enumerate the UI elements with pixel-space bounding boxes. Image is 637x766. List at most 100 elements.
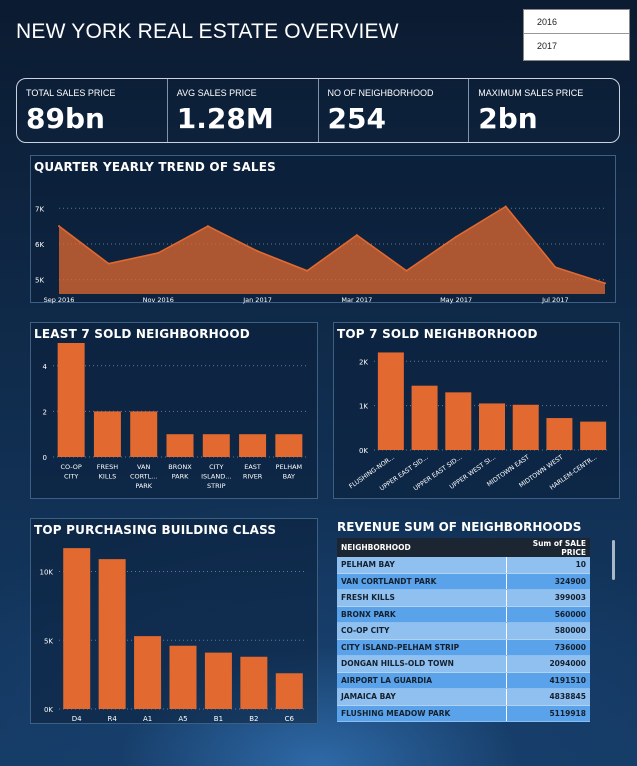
y-tick-label: 4 — [43, 363, 48, 371]
bar — [275, 673, 303, 709]
least-sold-chart[interactable]: 4 2 0 CO-OP CITY FRESH KILLS VAN CORTL... PARK BRO… — [31, 323, 319, 500]
table-body: PELHAM BAY 10 VAN CORTLANDT PARK 324900 FRES… — [337, 557, 590, 722]
bar — [63, 548, 91, 709]
top-sold-chart[interactable]: 2K1K0KFLUSHING-NOR...UPPER EAST SID...UP… — [334, 323, 621, 500]
x-tick-label: C6 — [285, 715, 295, 723]
y-tick-label: 2 — [43, 408, 47, 416]
cell-sale-price: 2094000 — [549, 659, 586, 669]
cell-neighborhood: BRONX PARK — [337, 606, 507, 622]
table-row[interactable]: FLUSHING MEADOW PARK 5119918 — [337, 705, 590, 722]
kpi-value: 254 — [327, 102, 386, 135]
x-tick-label: Mar 2017 — [341, 296, 372, 304]
data-point — [58, 225, 60, 228]
column-header-neighborhood[interactable]: NEIGHBORHOOD — [337, 543, 507, 552]
bar — [57, 343, 85, 457]
data-point — [554, 266, 557, 269]
revenue-table: NEIGHBORHOOD Sum of SALE PRICE PELHAM BA… — [337, 538, 590, 722]
bar — [166, 434, 194, 457]
x-tick-label: BRONX PARK — [168, 463, 192, 481]
x-tick-label: R4 — [107, 715, 117, 723]
y-tick-label: 2K — [359, 358, 368, 366]
least-sold-panel: LEAST 7 SOLD NEIGHBORHOOD 4 2 0 CO-OP CITY FR… — [30, 322, 318, 499]
y-tick-label: 0K — [44, 706, 53, 714]
x-tick-label: B1 — [214, 715, 223, 723]
bar — [130, 411, 158, 457]
building-class-chart[interactable]: 10K 5K 0K D4 R4 A1 A5 B1 B2 C6 — [31, 519, 319, 725]
table-row[interactable]: FRESH KILLS 399003 — [337, 590, 590, 607]
table-row[interactable]: CO-OP CITY 580000 — [337, 623, 590, 640]
bar — [546, 418, 573, 450]
cell-neighborhood: CO-OP CITY — [337, 623, 507, 639]
x-tick-label: EAST RIVER — [243, 463, 263, 481]
building-class-panel: TOP PURCHASING BUILDING CLASS 10K 5K 0K D4 R… — [30, 518, 318, 724]
data-point — [107, 262, 110, 265]
table-row[interactable]: DONGAN HILLS-OLD TOWN 2094000 — [337, 656, 590, 673]
revenue-table-title: REVENUE SUM OF NEIGHBORHOODS — [337, 520, 582, 534]
kpi-label: AVG SALES PRICE — [176, 88, 257, 98]
table-row[interactable]: VAN CORTLANDT PARK 324900 — [337, 573, 590, 590]
bar — [240, 656, 268, 709]
table-row[interactable]: CITY ISLAND-PELHAM STRIP 736000 — [337, 639, 590, 656]
data-point — [455, 235, 458, 238]
cell-neighborhood: CITY ISLAND-PELHAM STRIP — [337, 639, 507, 655]
x-tick-label: CITY ISLAND... STRIP — [201, 463, 231, 490]
table-row[interactable]: JAMAICA BAY 4838845 — [337, 689, 590, 706]
x-tick-label: Jan 2017 — [242, 296, 272, 304]
kpi-card-neighborhood-count: NO OF NEIGHBORHOOD 254 — [317, 79, 469, 142]
data-point — [405, 269, 408, 272]
x-tick-label: VAN CORTL... PARK — [130, 463, 158, 490]
cell-neighborhood: FRESH KILLS — [337, 590, 507, 606]
kpi-strip: TOTAL SALES PRICE 89bn AVG SALES PRICE 1… — [16, 78, 620, 143]
table-scrollbar[interactable] — [611, 540, 617, 720]
data-point — [355, 234, 358, 237]
cell-neighborhood: AIRPORT LA GUARDIA — [337, 672, 507, 688]
cell-neighborhood: PELHAM BAY — [337, 557, 507, 573]
x-tick-label: Jul 2017 — [541, 296, 568, 304]
page-title: NEW YORK REAL ESTATE OVERVIEW — [16, 20, 399, 43]
slicer-item-2016[interactable]: 2016 — [524, 10, 629, 34]
top-sold-panel: TOP 7 SOLD NEIGHBORHOOD 2K 1K 0K FLUSHING-N… — [333, 322, 620, 499]
x-tick-label: Sep 2016 — [44, 296, 75, 304]
cell-sale-price: 10 — [575, 560, 586, 570]
year-slicer[interactable]: 2016 2017 — [523, 9, 630, 61]
y-tick-label: 6K — [35, 241, 44, 249]
column-header-label: Sum of SALE PRICE — [532, 538, 586, 557]
cell-neighborhood: VAN CORTLANDT PARK — [337, 573, 507, 589]
y-tick-label: 5K — [44, 637, 53, 645]
slicer-item-2017[interactable]: 2017 — [524, 34, 629, 58]
bar — [169, 645, 197, 709]
kpi-card-max-sales: MAXIMUM SALES PRICE 2bn — [468, 79, 619, 142]
bar — [580, 421, 607, 450]
bar — [98, 559, 126, 709]
cell-sale-price: 324900 — [554, 576, 586, 586]
trend-chart-panel: QUARTER YEARLY TREND OF SALES 7K 6K 5K Sep … — [30, 155, 617, 304]
table-row[interactable]: PELHAM BAY 10 — [337, 557, 590, 574]
bar — [239, 434, 267, 457]
column-header-sale-price[interactable]: Sum of SALE PRICE — [507, 539, 590, 557]
cell-neighborhood: DONGAN HILLS-OLD TOWN — [337, 656, 507, 672]
bar — [377, 352, 404, 450]
bar — [93, 411, 121, 457]
y-tick-label: 0K — [359, 447, 368, 455]
cell-sale-price: 4838845 — [549, 692, 586, 702]
table-row[interactable]: BRONX PARK 560000 — [337, 606, 590, 623]
y-tick-label: 0 — [43, 454, 47, 462]
cell-sale-price: 399003 — [554, 593, 586, 603]
table-row[interactable]: AIRPORT LA GUARDIA 4191510 — [337, 672, 590, 689]
data-point — [604, 282, 606, 285]
bar — [445, 392, 472, 450]
scroll-thumb[interactable] — [612, 540, 615, 580]
cell-sale-price: 580000 — [554, 626, 586, 636]
x-tick-label: FRESH KILLS — [97, 463, 118, 481]
cell-sale-price: 560000 — [554, 609, 586, 619]
bar — [202, 434, 230, 457]
x-tick-label: May 2017 — [440, 296, 472, 304]
y-tick-label: 5K — [35, 277, 44, 285]
kpi-label: NO OF NEIGHBORHOOD — [327, 88, 434, 98]
cell-neighborhood: FLUSHING MEADOW PARK — [337, 705, 507, 721]
kpi-value: 1.28M — [176, 102, 274, 135]
cell-sale-price: 4191510 — [549, 675, 586, 685]
y-tick-label: 10K — [40, 569, 54, 577]
y-tick-label: 7K — [35, 205, 44, 213]
trend-chart[interactable]: 7K 6K 5K Sep 2016 Nov 2016 Jan 2017 Mar 2017 Ma… — [31, 156, 617, 304]
